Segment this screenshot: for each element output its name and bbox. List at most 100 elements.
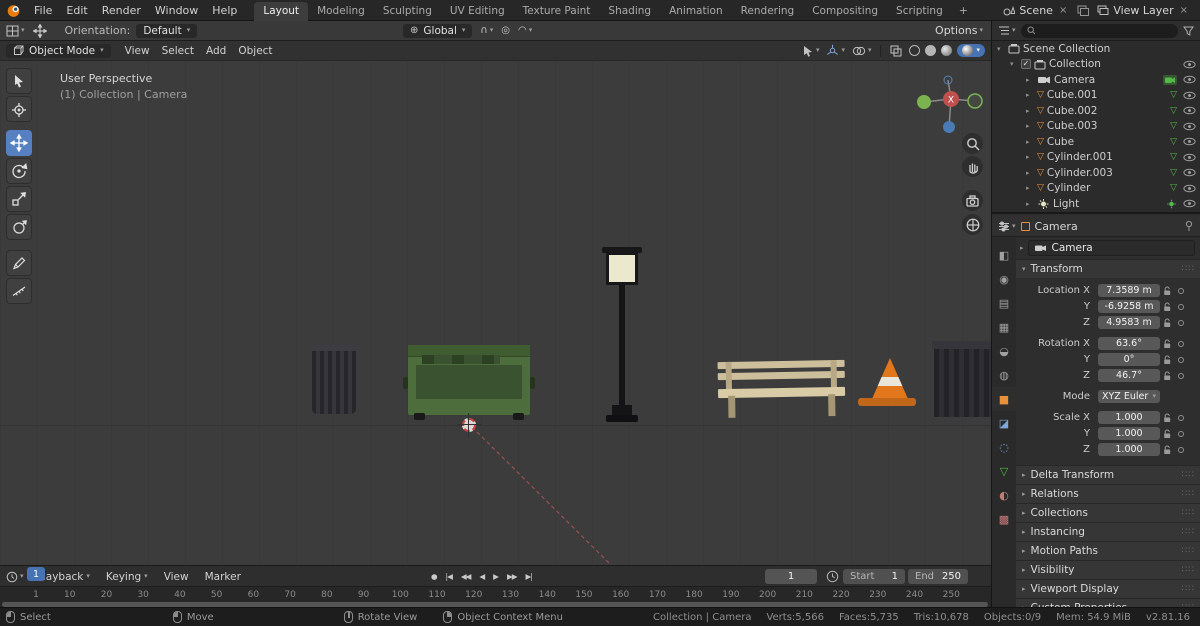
- animate-dot[interactable]: [1178, 430, 1184, 437]
- search-input[interactable]: [1038, 25, 1172, 36]
- mesh-data-icon[interactable]: ▽: [1170, 152, 1177, 162]
- disclosure-icon[interactable]: ▸: [1026, 76, 1034, 84]
- mesh-data-icon[interactable]: ▽: [1170, 137, 1177, 147]
- visibility-eye-icon[interactable]: [1183, 106, 1196, 115]
- panel-grip-icon[interactable]: ∷∷: [1182, 470, 1195, 480]
- panel-header[interactable]: ▸ Relations ∷∷: [1016, 484, 1200, 503]
- xray-toggle[interactable]: [890, 45, 902, 57]
- outliner-row[interactable]: ▸ ▾ ✓ ▽ Cylinder ▽: [992, 181, 1200, 197]
- menu[interactable]: Edit: [59, 2, 94, 19]
- lock-icon[interactable]: [1160, 371, 1175, 381]
- panel-header[interactable]: ▸ Motion Paths ∷∷: [1016, 541, 1200, 560]
- gizmo-z[interactable]: [943, 121, 955, 133]
- outliner-row[interactable]: ▸ ▾ ✓ ▽ Cylinder.003 ▽: [992, 165, 1200, 181]
- traffic-cone-object[interactable]: [871, 358, 909, 400]
- visibility-eye-icon[interactable]: [1183, 199, 1196, 208]
- view-layer-selector[interactable]: View Layer ×: [1097, 4, 1190, 17]
- camera-view-button[interactable]: [962, 190, 983, 211]
- workspace-tab[interactable]: Texture Paint: [514, 2, 600, 21]
- light-data-icon[interactable]: [1166, 199, 1177, 209]
- animate-dot[interactable]: [1178, 340, 1184, 347]
- disclosure-icon[interactable]: ▾: [1010, 60, 1018, 68]
- disclosure-icon[interactable]: ▾: [997, 45, 1005, 53]
- visibility-eye-icon[interactable]: [1183, 91, 1196, 100]
- outliner-row[interactable]: ▸ ▾ ✓ ▽ Cube ▽: [992, 134, 1200, 150]
- unlink-scene-button[interactable]: ×: [1057, 5, 1069, 16]
- properties-tab-modifiers[interactable]: ◪: [992, 411, 1016, 435]
- snap-toggle[interactable]: ∩ ▾: [480, 25, 493, 36]
- number-field[interactable]: 46.7°: [1098, 369, 1160, 382]
- panel-grip-icon[interactable]: ∷∷: [1182, 489, 1195, 499]
- animate-dot[interactable]: [1178, 287, 1184, 294]
- visibility-eye-icon[interactable]: [1183, 75, 1196, 84]
- properties-tab-world[interactable]: ◍: [992, 363, 1016, 387]
- rotation-mode-dropdown[interactable]: XYZ Euler ▾: [1098, 390, 1160, 403]
- orientation-dropdown[interactable]: Default ▾: [136, 23, 198, 38]
- panel-header[interactable]: ▸ Visibility ∷∷: [1016, 560, 1200, 579]
- panel-header[interactable]: ▸ Viewport Display ∷∷: [1016, 579, 1200, 598]
- street-lamp-pole[interactable]: [619, 285, 625, 415]
- frame-end-field[interactable]: End 250: [908, 569, 968, 584]
- menu[interactable]: Window: [148, 2, 205, 19]
- pivot-dropdown[interactable]: ⊕ Global ▾: [403, 23, 473, 38]
- outliner-row[interactable]: ▸ ▾ ✓ ▽ Light ▽: [992, 196, 1200, 212]
- workspace-tab[interactable]: Layout: [254, 1, 309, 21]
- street-lamp-head[interactable]: [606, 252, 638, 285]
- visibility-eye-icon[interactable]: [1183, 60, 1196, 69]
- disclosure-icon[interactable]: ▸: [1026, 122, 1034, 130]
- lock-icon[interactable]: [1160, 286, 1175, 296]
- dark-container-object[interactable]: [932, 341, 991, 417]
- gizmo-y[interactable]: [917, 95, 931, 109]
- outliner-row[interactable]: ▸ ▾ ✓ ▽ Cube.002 ▽: [992, 103, 1200, 119]
- workspace-tab[interactable]: Modeling: [308, 2, 374, 21]
- new-scene-icon[interactable]: [1077, 5, 1090, 16]
- lock-icon[interactable]: [1160, 429, 1175, 439]
- number-field[interactable]: 1.000: [1098, 443, 1160, 456]
- scale-tool-button[interactable]: [6, 186, 32, 212]
- transform-tool-button[interactable]: [6, 214, 32, 240]
- animate-dot[interactable]: [1178, 372, 1184, 379]
- lock-icon[interactable]: [1160, 445, 1175, 455]
- panel-grip-icon[interactable]: ∷∷: [1182, 264, 1195, 274]
- properties-tab-tool[interactable]: ◧: [992, 243, 1016, 267]
- viewport-3d[interactable]: Object Mode ▾ View Select Add Object ▾ ▾ ▾: [0, 41, 991, 565]
- gizmos-dropdown[interactable]: ▾: [826, 44, 845, 57]
- axis-gizmo[interactable]: X: [908, 73, 991, 139]
- current-frame-field[interactable]: 1: [765, 569, 817, 584]
- animate-dot[interactable]: [1178, 319, 1184, 326]
- playhead[interactable]: 1: [27, 567, 45, 581]
- annotate-tool-button[interactable]: [6, 250, 32, 276]
- cursor-tool-button[interactable]: [6, 96, 32, 122]
- lock-icon[interactable]: [1160, 318, 1175, 328]
- workspace-tab[interactable]: Animation: [660, 2, 732, 21]
- menu[interactable]: Help: [205, 2, 244, 19]
- viewport-menu[interactable]: View: [119, 43, 156, 59]
- transport-button-next-keyframe[interactable]: ▶▶: [504, 570, 520, 583]
- pin-icon[interactable]: [1184, 220, 1194, 232]
- timeline-editor-type-button[interactable]: ▾: [6, 571, 24, 583]
- viewport-menu[interactable]: Add: [200, 43, 232, 59]
- shading-wireframe-button[interactable]: [909, 45, 921, 56]
- disclosure-icon[interactable]: ▸: [1026, 200, 1034, 208]
- workspace-tab[interactable]: Rendering: [732, 2, 804, 21]
- visibility-eye-icon[interactable]: [1183, 137, 1196, 146]
- viewport-menu[interactable]: Select: [156, 43, 200, 59]
- lock-icon[interactable]: [1160, 339, 1175, 349]
- filter-icon[interactable]: [1183, 26, 1194, 36]
- ortho-toggle-button[interactable]: [962, 214, 983, 235]
- blender-logo-icon[interactable]: [6, 3, 21, 18]
- measure-tool-button[interactable]: [6, 278, 32, 304]
- object-visibility-dropdown[interactable]: ▾: [802, 45, 819, 57]
- properties-tab-object[interactable]: ■: [992, 387, 1016, 411]
- menu[interactable]: Render: [95, 2, 148, 19]
- outliner-editor-type-button[interactable]: ▾: [998, 25, 1016, 36]
- workspace-tab[interactable]: Shading: [599, 2, 660, 21]
- disclosure-icon[interactable]: ▸: [1026, 153, 1034, 161]
- dumpster-object[interactable]: [403, 345, 535, 420]
- trash-can-object[interactable]: [309, 345, 359, 414]
- transport-button-jump-start[interactable]: |◀: [443, 570, 455, 583]
- falloff-dropdown[interactable]: ◠ ▾: [518, 25, 532, 36]
- disclosure-icon[interactable]: ▸: [1026, 138, 1034, 146]
- properties-tab-material[interactable]: ◐: [992, 483, 1016, 507]
- properties-tab-physics[interactable]: ◌: [992, 435, 1016, 459]
